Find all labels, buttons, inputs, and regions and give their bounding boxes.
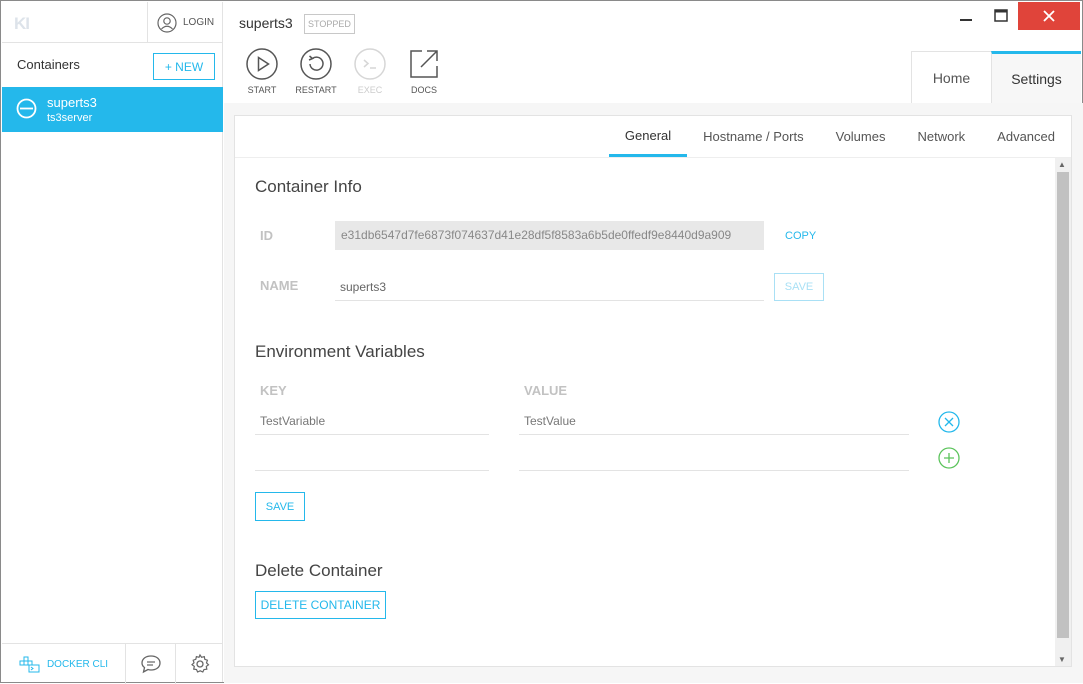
remove-variable-icon[interactable] bbox=[938, 411, 960, 433]
login-label: LOGIN bbox=[183, 17, 215, 28]
add-variable-icon[interactable] bbox=[938, 447, 960, 469]
tab-advanced[interactable]: Advanced bbox=[981, 116, 1071, 157]
settings-tabs: General Hostname / Ports Volumes Network… bbox=[608, 116, 1071, 157]
copy-id-button[interactable]: COPY bbox=[785, 230, 816, 242]
login-button[interactable]: LOGIN bbox=[147, 2, 223, 43]
env-vars-title: Environment Variables bbox=[255, 342, 425, 361]
play-icon bbox=[246, 48, 278, 80]
gear-icon bbox=[190, 653, 209, 673]
minimize-button[interactable] bbox=[949, 2, 983, 30]
delete-container-button[interactable]: DELETE CONTAINER bbox=[255, 591, 386, 619]
start-label: START bbox=[247, 85, 277, 95]
minimize-icon bbox=[960, 19, 972, 21]
container-info-title: Container Info bbox=[255, 177, 362, 196]
container-title: superts3 bbox=[239, 15, 293, 31]
tab-general[interactable]: General bbox=[608, 116, 688, 157]
user-icon bbox=[157, 12, 177, 33]
tab-network[interactable]: Network bbox=[901, 116, 981, 157]
container-actions: START RESTART EXEC DOCS bbox=[235, 47, 451, 95]
scroll-up-icon[interactable]: ▲ bbox=[1058, 160, 1066, 169]
settings-panel: General Hostname / Ports Volumes Network… bbox=[234, 115, 1072, 667]
close-icon bbox=[1043, 10, 1055, 22]
env-value-input[interactable] bbox=[519, 443, 909, 471]
external-link-icon bbox=[410, 50, 438, 78]
container-id-field[interactable]: e31db6547d7fe6873f074637d41e28df5f8583a6… bbox=[335, 221, 764, 250]
chat-icon bbox=[140, 655, 161, 674]
tab-hostname-ports[interactable]: Hostname / Ports bbox=[687, 116, 819, 157]
docker-cli-icon bbox=[19, 656, 40, 673]
maximize-button[interactable] bbox=[984, 2, 1018, 30]
scroll-thumb[interactable] bbox=[1057, 172, 1069, 638]
app-window: KI LOGIN Containers + NEW superts3 ts3se… bbox=[0, 0, 1083, 684]
container-image: ts3server bbox=[47, 112, 93, 124]
id-label: ID bbox=[260, 228, 273, 243]
restart-button[interactable]: RESTART bbox=[289, 47, 343, 95]
sidebar: KI LOGIN Containers + NEW superts3 ts3se… bbox=[2, 2, 223, 684]
sidebar-footer: DOCKER CLI bbox=[2, 643, 223, 684]
restart-icon bbox=[300, 48, 332, 80]
name-label: NAME bbox=[260, 278, 299, 293]
docker-cli-label: DOCKER CLI bbox=[46, 658, 109, 670]
divider bbox=[2, 42, 223, 43]
save-env-button[interactable]: SAVE bbox=[255, 492, 305, 521]
container-name: superts3 bbox=[47, 95, 97, 110]
container-list-item[interactable]: superts3 ts3server bbox=[2, 87, 223, 132]
env-key-input[interactable] bbox=[255, 443, 489, 471]
maximize-icon bbox=[994, 9, 1008, 22]
tab-volumes[interactable]: Volumes bbox=[820, 116, 902, 157]
delete-container-title: Delete Container bbox=[255, 561, 383, 580]
container-name-input[interactable]: superts3 bbox=[335, 273, 764, 301]
env-key-input[interactable]: TestVariable bbox=[255, 407, 489, 435]
start-button[interactable]: START bbox=[235, 47, 289, 95]
stopped-status-icon bbox=[16, 98, 37, 119]
exec-label: EXEC bbox=[357, 85, 383, 95]
close-button[interactable] bbox=[1018, 2, 1080, 30]
restart-label: RESTART bbox=[295, 85, 337, 95]
preferences-button[interactable] bbox=[176, 644, 223, 684]
tab-home[interactable]: Home bbox=[911, 51, 991, 103]
view-tabs: Home Settings bbox=[911, 51, 1081, 103]
save-name-button[interactable]: SAVE bbox=[774, 273, 824, 301]
app-logo: KI bbox=[14, 14, 30, 33]
scrollbar[interactable]: ▲ ▼ bbox=[1055, 158, 1071, 666]
containers-title: Containers bbox=[17, 57, 80, 72]
tab-settings[interactable]: Settings bbox=[991, 51, 1081, 103]
status-badge: STOPPED bbox=[304, 14, 355, 34]
scroll-down-icon[interactable]: ▼ bbox=[1058, 655, 1066, 664]
value-header: VALUE bbox=[524, 383, 568, 398]
env-value-input[interactable]: TestValue bbox=[519, 407, 909, 435]
terminal-icon bbox=[354, 48, 386, 80]
divider bbox=[235, 157, 1071, 158]
docs-button[interactable]: DOCS bbox=[397, 47, 451, 95]
exec-button[interactable]: EXEC bbox=[343, 47, 397, 95]
docs-label: DOCS bbox=[410, 85, 437, 95]
new-container-button[interactable]: + NEW bbox=[153, 53, 215, 80]
docker-cli-button[interactable]: DOCKER CLI bbox=[2, 644, 126, 684]
feedback-button[interactable] bbox=[126, 644, 176, 684]
key-header: KEY bbox=[260, 383, 287, 398]
